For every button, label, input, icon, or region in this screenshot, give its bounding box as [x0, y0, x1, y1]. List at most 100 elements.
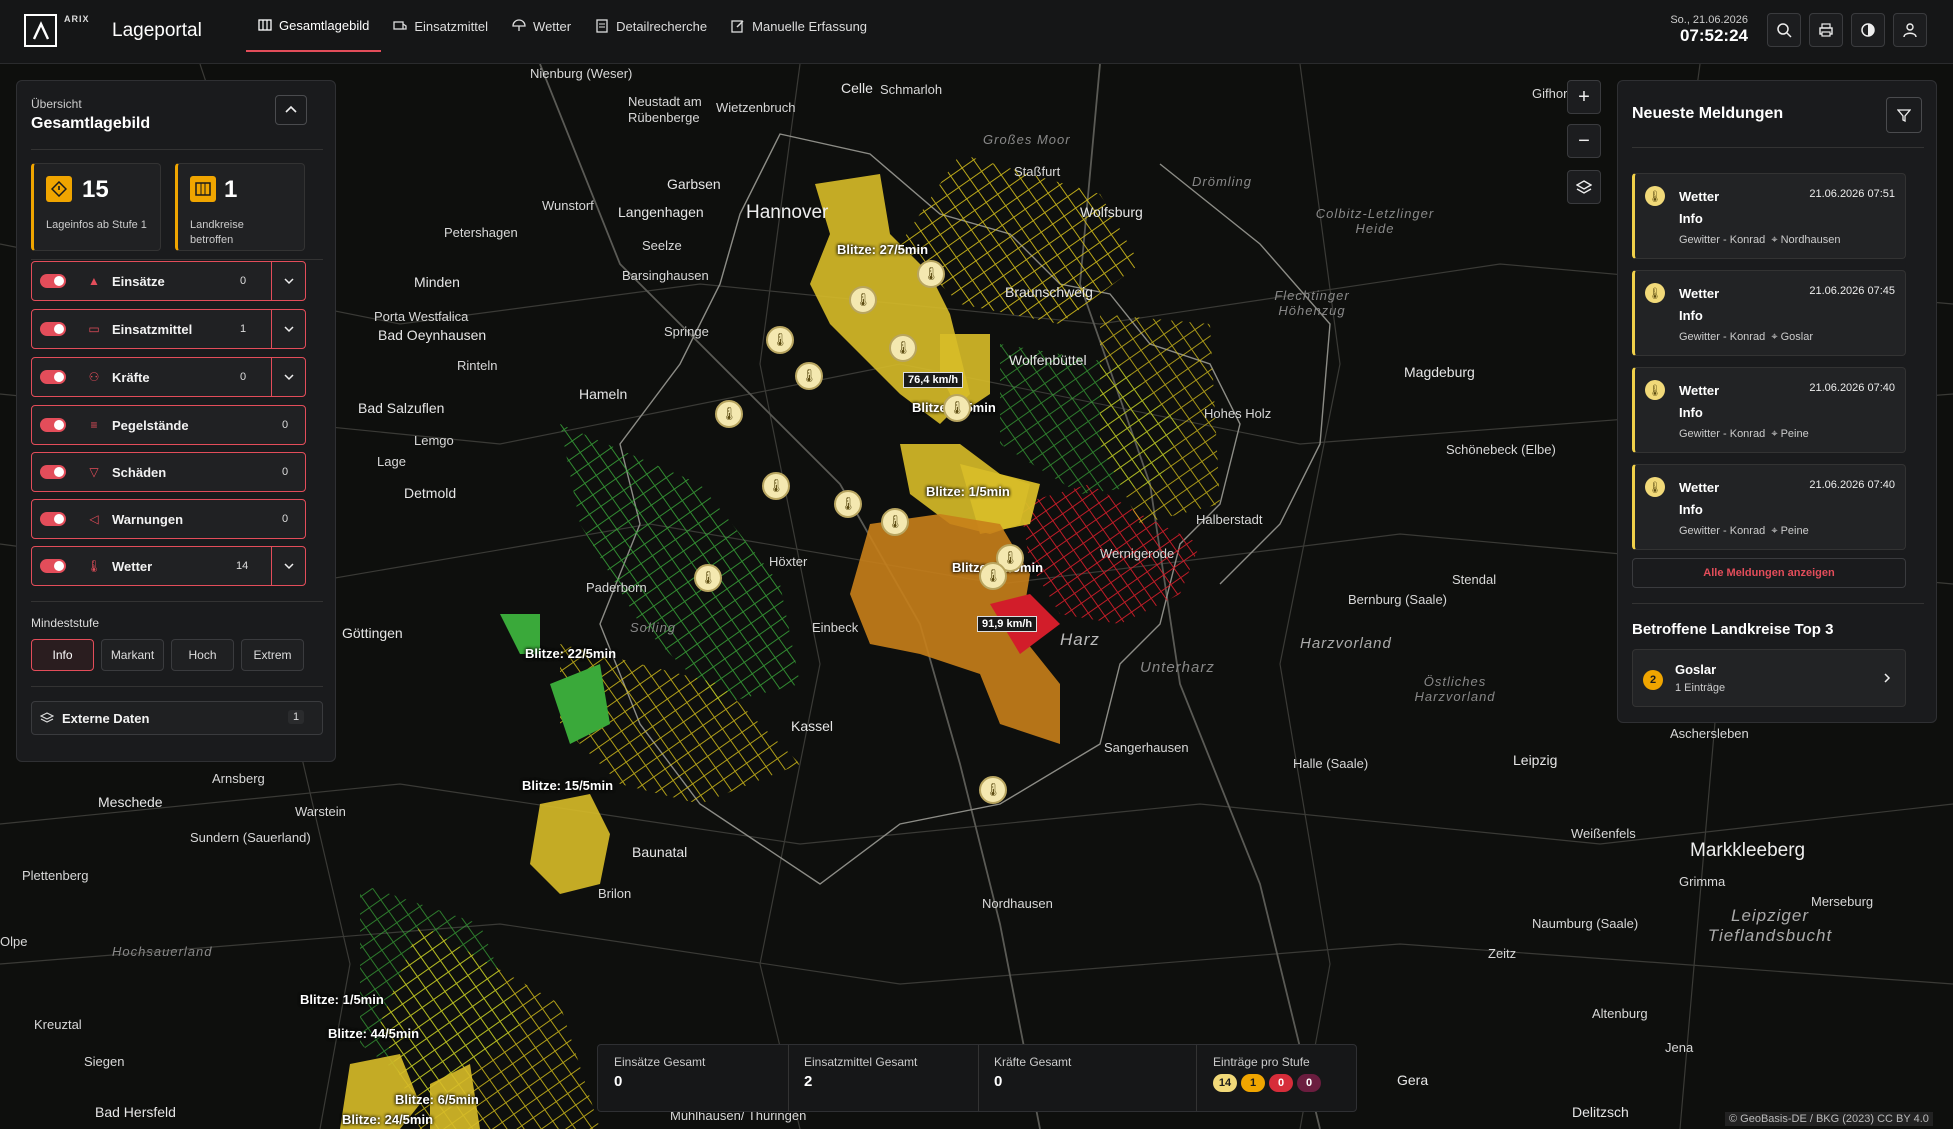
show-all-messages-button[interactable]: Alle Meldungen anzeigen [1632, 558, 1906, 588]
top3-title: Betroffene Landkreise Top 3 [1632, 621, 1834, 638]
layer-row-wetter[interactable]: 🌡 Wetter 14 [31, 546, 306, 586]
people-icon: ⚇ [88, 370, 100, 384]
expand-button[interactable] [271, 547, 305, 585]
summary-label: Kräfte Gesamt [994, 1055, 1072, 1069]
level-hoch-button[interactable]: Hoch [171, 639, 234, 671]
collapse-button[interactable] [275, 95, 307, 125]
layer-label: Pegelstände [112, 418, 189, 433]
place-label: Olpe [0, 934, 28, 949]
lightning-label: Blitze: 27/5min [837, 242, 929, 257]
message-source: Gewitter - Konrad ⌖ Peine [1679, 525, 1809, 537]
theme-toggle-button[interactable] [1851, 13, 1885, 47]
place-label: Wunstorf [542, 198, 594, 213]
layer-row-einsaetze[interactable]: ▲ Einsätze 0 [31, 261, 306, 301]
zoom-in-button[interactable]: + [1567, 80, 1601, 114]
weather-marker-icon[interactable]: 🌡 [979, 776, 1007, 804]
layer-row-schaeden[interactable]: ▽ Schäden 0 [31, 452, 306, 492]
place-label: Meschede [98, 794, 163, 810]
nav-gesamtlagebild[interactable]: Gesamtlagebild [246, 0, 382, 52]
map-attribution[interactable]: © GeoBasis-DE / BKG (2023) CC BY 4.0 [1725, 1112, 1933, 1126]
weather-marker-icon[interactable]: 🌡 [694, 564, 722, 592]
main-nav: Gesamtlagebild Einsatzmittel Wetter Deta… [246, 0, 879, 52]
message-card[interactable]: 🌡 Wetter Info 21.06.2026 07:45 Gewitter -… [1632, 270, 1906, 356]
weather-marker-icon[interactable]: 🌡 [943, 394, 971, 422]
weather-marker-icon[interactable]: 🌡 [715, 400, 743, 428]
weather-marker-icon[interactable]: 🌡 [917, 260, 945, 288]
expand-button[interactable] [271, 262, 305, 300]
weather-marker-icon[interactable]: 🌡 [889, 334, 917, 362]
layer-toggle[interactable] [40, 512, 66, 526]
weather-marker-icon[interactable]: 🌡 [849, 286, 877, 314]
weather-marker-icon[interactable]: 🌡 [979, 562, 1007, 590]
message-title: Wetter Info [1679, 383, 1720, 420]
print-icon [1819, 23, 1833, 37]
level-extrem-button[interactable]: Extrem [241, 639, 304, 671]
nav-wetter[interactable]: Wetter [500, 0, 583, 52]
place-label: Aschersleben [1670, 726, 1749, 741]
layer-row-einsatzmittel[interactable]: ▭ Einsatzmittel 1 [31, 309, 306, 349]
divider [978, 1045, 979, 1111]
weather-marker-icon[interactable]: 🌡 [762, 472, 790, 500]
place-label: Bernburg (Saale) [1348, 592, 1447, 607]
nav-label: Manuelle Erfassung [752, 18, 868, 34]
user-button[interactable] [1893, 13, 1927, 47]
external-data-row[interactable]: Externe Daten 1 [31, 701, 323, 735]
location-pin-icon: ⌖ [1771, 234, 1778, 246]
summary-entries-per-level: Einträge pro Stufe 14 1 0 0 [1213, 1055, 1325, 1105]
region-label: Flechtinger Höhenzug [1274, 288, 1350, 318]
stat-landkreise[interactable]: 1 Landkreise betroffen [175, 163, 305, 251]
layer-row-pegelstaende[interactable]: ≡ Pegelstände 0 [31, 405, 306, 445]
weather-marker-icon[interactable]: 🌡 [766, 326, 794, 354]
print-button[interactable] [1809, 13, 1843, 47]
warning-diamond-icon [46, 176, 72, 202]
nav-einsatzmittel[interactable]: Einsatzmittel [381, 0, 500, 52]
message-card[interactable]: 🌡 Wetter Info 21.06.2026 07:40 Gewitter -… [1632, 464, 1906, 550]
region-label: Hochsauerland [112, 944, 213, 959]
messages-panel: Neueste Meldungen 🌡 Wetter Info 21.06.202… [1617, 80, 1937, 723]
layer-toggle[interactable] [40, 465, 66, 479]
message-card[interactable]: 🌡 Wetter Info 21.06.2026 07:40 Gewitter -… [1632, 367, 1906, 453]
district-item[interactable]: 2 Goslar 1 Einträge [1632, 649, 1906, 707]
weather-marker-icon[interactable]: 🌡 [795, 362, 823, 390]
place-label: Rinteln [457, 358, 498, 373]
document-icon [596, 19, 608, 33]
level-info-button[interactable]: Info [31, 639, 94, 671]
message-card[interactable]: 🌡 Wetter Info 21.06.2026 07:51 Gewitter -… [1632, 173, 1906, 259]
layer-row-kraefte[interactable]: ⚇ Kräfte 0 [31, 357, 306, 397]
chevron-down-icon [283, 374, 294, 381]
message-date: 21.06.2026 07:40 [1809, 479, 1895, 491]
nav-label: Gesamtlagebild [279, 17, 370, 33]
clock: So., 21.06.2026 07:52:24 [1640, 14, 1748, 46]
layer-toggle[interactable] [40, 274, 66, 288]
search-button[interactable] [1767, 13, 1801, 47]
place-label: Jena [1665, 1040, 1694, 1055]
place-label: Höxter [769, 554, 808, 569]
weather-marker-icon[interactable]: 🌡 [834, 490, 862, 518]
level-pill-hoch: 0 [1269, 1074, 1293, 1092]
layer-row-warnungen[interactable]: ◁ Warnungen 0 [31, 499, 306, 539]
expand-button[interactable] [271, 358, 305, 396]
panel-title: Gesamtlagebild [31, 115, 151, 132]
stat-lageinfos[interactable]: 15 Lageinfos ab Stufe 1 [31, 163, 161, 251]
zoom-out-button[interactable]: − [1567, 124, 1601, 158]
layer-toggle[interactable] [40, 559, 66, 573]
filter-button[interactable] [1886, 97, 1922, 133]
layer-toggle[interactable] [40, 322, 66, 336]
region-label: Leipziger Tieflandsbucht [1707, 906, 1833, 945]
weather-marker-icon[interactable]: 🌡 [881, 508, 909, 536]
level-markant-button[interactable]: Markant [101, 639, 164, 671]
place-label: Staßfurt [1014, 164, 1061, 179]
region-label: Solling [630, 620, 677, 635]
nav-manuelle-erfassung[interactable]: Manuelle Erfassung [719, 0, 879, 52]
layers-button[interactable] [1567, 170, 1601, 204]
contrast-icon [1861, 23, 1875, 37]
summary-einsatzmittel: Einsatzmittel Gesamt 2 [804, 1055, 917, 1105]
map-icon [190, 176, 216, 202]
edit-icon [731, 20, 744, 33]
nav-detailrecherche[interactable]: Detailrecherche [583, 0, 719, 52]
layer-label: Einsätze [112, 274, 165, 289]
expand-button[interactable] [271, 310, 305, 348]
layer-toggle[interactable] [40, 418, 66, 432]
layer-toggle[interactable] [40, 370, 66, 384]
divider [31, 686, 323, 687]
